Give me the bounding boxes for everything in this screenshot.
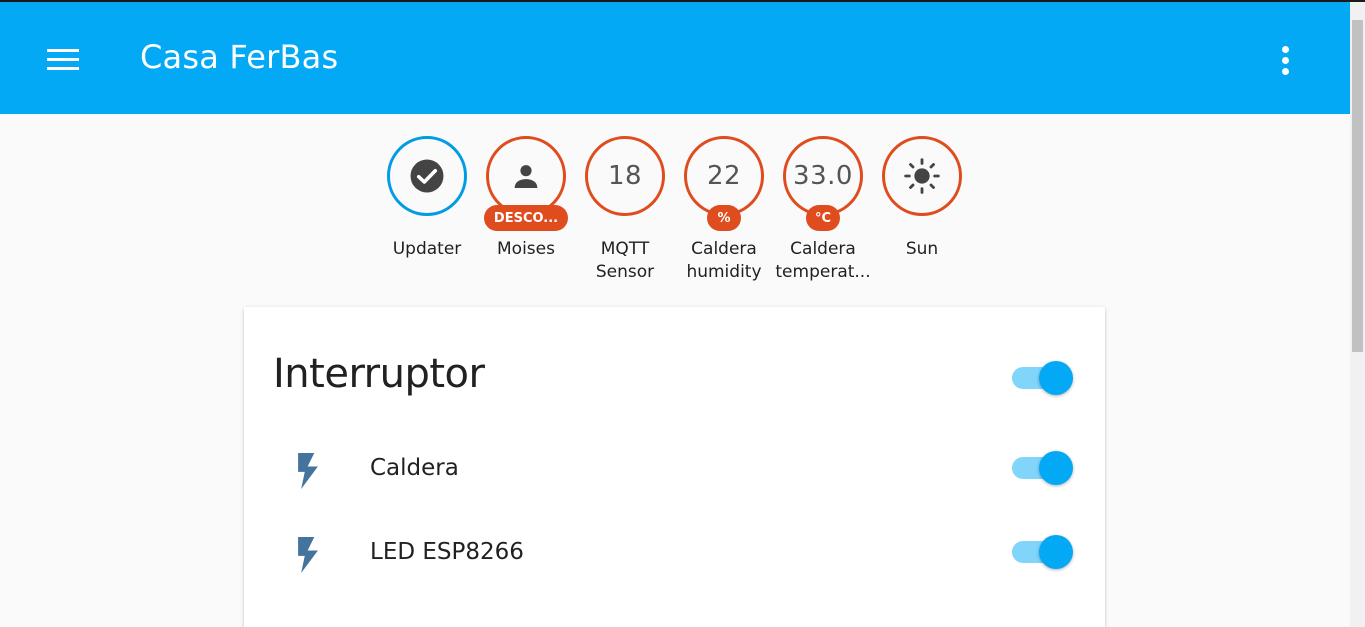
toggle-knob — [1039, 451, 1073, 485]
switch-card: Interruptor Caldera LED ESP8266 — [244, 307, 1105, 627]
flash-icon — [298, 537, 318, 573]
badge-value: 33.0 — [793, 161, 853, 191]
badge-circle: 33.0 °C — [783, 136, 863, 231]
badge-label: Updater — [392, 239, 462, 259]
badge-caldera-humidity[interactable]: 22 % Caldera humidity — [681, 136, 767, 284]
caldera-toggle[interactable] — [1010, 450, 1073, 486]
badge-circle: 22 % — [684, 136, 764, 231]
entity-name: LED ESP8266 — [370, 539, 524, 565]
card-master-toggle[interactable] — [1010, 360, 1073, 396]
badge-label: Sun — [905, 239, 939, 259]
toggle-knob — [1039, 361, 1073, 395]
entity-row-led-esp8266[interactable]: LED ESP8266 — [244, 522, 1105, 582]
entity-name: Caldera — [370, 455, 459, 481]
card-title: Interruptor — [273, 351, 485, 397]
menu-icon-bar — [47, 58, 79, 61]
check-circle-icon — [410, 159, 444, 193]
badge-moises[interactable]: DESCO... Moises — [483, 136, 569, 284]
flash-icon — [298, 453, 318, 489]
badge-unit: °C — [806, 205, 840, 231]
badge-row: Updater DESCO... Moises 18 MQTT Sensor 2… — [384, 136, 978, 284]
toggle-knob — [1039, 535, 1073, 569]
app-window: Casa FerBas Updater DESCO... Moises 18 M… — [0, 0, 1365, 627]
dot — [1282, 68, 1289, 75]
badge-value: 18 — [607, 161, 643, 191]
badge-label: Caldera temperat... — [775, 239, 871, 282]
badge-circle — [387, 136, 467, 216]
menu-button[interactable] — [38, 39, 88, 81]
app-toolbar: Casa FerBas — [0, 2, 1350, 114]
sun-icon — [904, 158, 940, 194]
dots-vertical-icon — [1282, 46, 1289, 53]
page-scrollbar[interactable] — [1350, 2, 1365, 627]
badge-label: MQTT Sensor — [595, 239, 655, 282]
dot — [1282, 57, 1289, 64]
badge-unit: DESCO... — [484, 205, 568, 231]
badge-mqtt-sensor[interactable]: 18 MQTT Sensor — [582, 136, 668, 284]
scrollbar-thumb[interactable] — [1352, 20, 1363, 352]
badge-circle: 18 — [585, 136, 665, 216]
led-esp8266-toggle[interactable] — [1010, 534, 1073, 570]
entity-row-caldera[interactable]: Caldera — [244, 438, 1105, 498]
badge-updater[interactable]: Updater — [384, 136, 470, 284]
badge-label: Moises — [497, 239, 555, 259]
menu-icon — [47, 49, 79, 52]
app-title: Casa FerBas — [140, 38, 339, 76]
overflow-menu-button[interactable] — [1270, 40, 1302, 80]
badge-circle: DESCO... — [484, 136, 568, 231]
menu-icon-bar — [47, 67, 79, 70]
badge-circle — [882, 136, 962, 216]
badge-label: Caldera humidity — [686, 239, 762, 282]
badge-caldera-temperature[interactable]: 33.0 °C Caldera temperat... — [775, 136, 871, 284]
badge-sun[interactable]: Sun — [879, 136, 965, 284]
badge-unit: % — [707, 205, 741, 231]
badge-value: 22 — [706, 161, 742, 191]
account-icon — [514, 165, 538, 188]
